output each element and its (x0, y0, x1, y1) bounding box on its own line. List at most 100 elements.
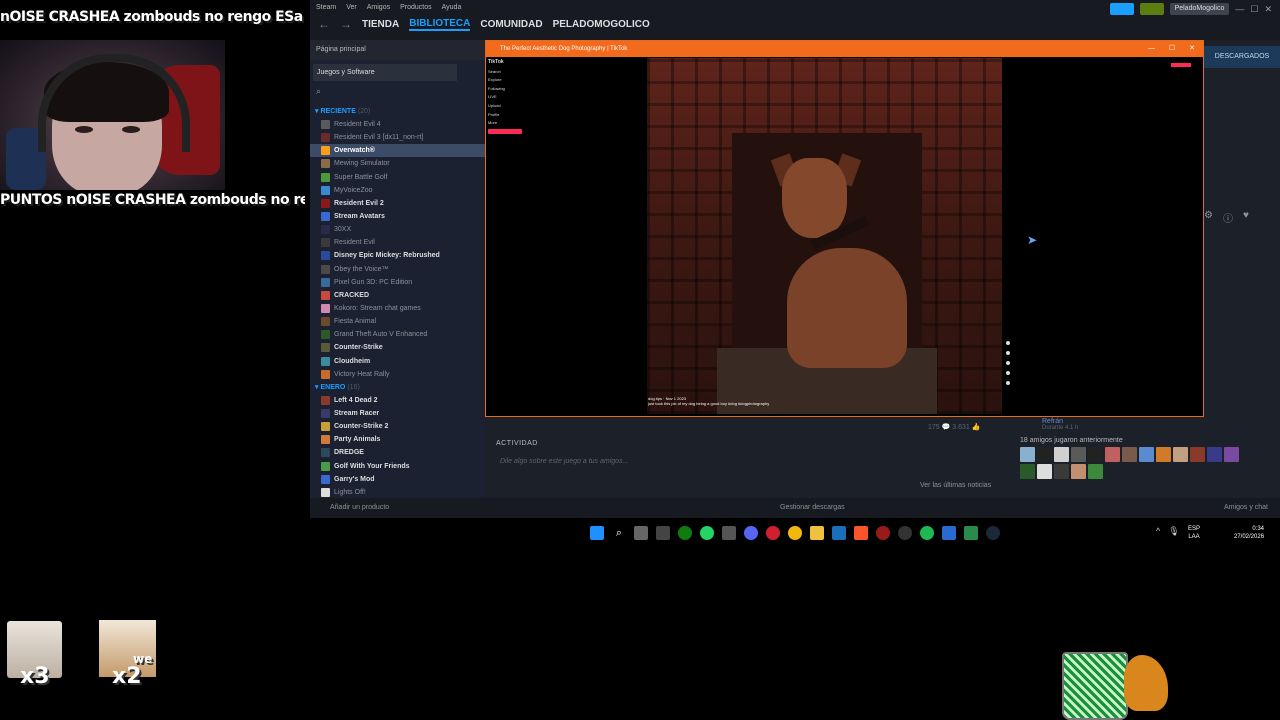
mic-icon[interactable]: 🎙 (1168, 526, 1179, 537)
discord-icon[interactable] (744, 526, 758, 540)
manage-downloads-button[interactable]: Gestionar descargas (780, 504, 845, 511)
game-list-item[interactable]: Victory Heat Rally (310, 368, 486, 381)
game-list-item[interactable]: DREDGE (310, 446, 486, 459)
library-filter-select[interactable]: Juegos y Software (313, 64, 457, 81)
game-list-item[interactable]: Obey the Voice™ (310, 263, 486, 276)
more-icon[interactable] (1006, 381, 1010, 385)
tiktok-nav-explore[interactable]: Explore (488, 77, 538, 82)
game-list-item[interactable]: Left 4 Dead 2 (310, 394, 486, 407)
bookmark-icon[interactable] (1006, 361, 1010, 365)
close-icon[interactable]: ✕ (1189, 41, 1195, 57)
friends-chat-button[interactable]: Amigos y chat (1224, 504, 1268, 511)
app-icon[interactable] (876, 526, 890, 540)
minimize-icon[interactable]: — (1235, 4, 1244, 14)
game-list-item[interactable]: Counter-Strike (310, 341, 486, 354)
brave-icon[interactable] (854, 526, 868, 540)
game-list-item[interactable]: Disney Epic Mickey: Rebrushed (310, 249, 486, 262)
friend-avatar[interactable] (1088, 447, 1103, 462)
game-list-item[interactable]: Stream Racer (310, 407, 486, 420)
info-icon[interactable]: ⓘ (1223, 210, 1233, 225)
friend-avatar[interactable] (1071, 464, 1086, 479)
friend-avatar[interactable] (1020, 447, 1035, 462)
folder-icon[interactable] (810, 526, 824, 540)
game-list-item[interactable]: Pixel Gun 3D: PC Edition (310, 276, 486, 289)
nav-library[interactable]: BIBLIOTECA (409, 18, 471, 31)
friend-avatar[interactable] (1037, 464, 1052, 479)
game-list-item[interactable]: MyVoiceZoo (310, 184, 486, 197)
tiktok-logo[interactable]: TikTok (488, 59, 538, 65)
menu-products[interactable]: Productos (400, 4, 432, 11)
friend-avatar[interactable] (1054, 447, 1069, 462)
game-list-item[interactable]: Golf With Your Friends (310, 460, 486, 473)
steam-icon[interactable] (986, 526, 1000, 540)
chrome-icon[interactable] (788, 526, 802, 540)
friend-avatar[interactable] (1224, 447, 1239, 462)
clock[interactable]: 0:34 27/02/2026 (1234, 525, 1264, 541)
game-list-item[interactable]: Counter-Strike 2 (310, 420, 486, 433)
game-list-item[interactable]: Grand Theft Auto V Enhanced (310, 328, 486, 341)
start-icon[interactable] (590, 526, 604, 540)
game-list-item[interactable]: Lights Off! (310, 486, 486, 499)
menu-view[interactable]: Ver (346, 4, 357, 11)
xbox-icon[interactable] (678, 526, 692, 540)
maximize-icon[interactable]: ☐ (1250, 4, 1258, 15)
search-icon[interactable]: ⌕ (316, 86, 321, 97)
favorite-icon[interactable]: ♥ (1243, 210, 1249, 225)
friend-avatar[interactable] (1173, 447, 1188, 462)
friend-avatar[interactable] (1139, 447, 1154, 462)
spotify-icon[interactable] (920, 526, 934, 540)
forward-arrow-icon[interactable]: → (340, 17, 352, 31)
search-icon[interactable]: ⌕ (612, 526, 626, 540)
tiktok-nav-following[interactable]: Following (488, 86, 538, 91)
friend-avatar[interactable] (1105, 447, 1120, 462)
game-list-item[interactable]: Overwatch® (310, 144, 486, 158)
game-list-item[interactable]: Resident Evil 4 (310, 118, 486, 131)
tray-chevron-icon[interactable]: ^ (1156, 526, 1160, 537)
game-list-item[interactable]: Super Battle Golf (310, 171, 486, 184)
tiktok-nav-live[interactable]: LIVE (488, 94, 538, 99)
tiktok-login-button[interactable] (488, 128, 522, 134)
notifications-button[interactable] (1139, 3, 1164, 15)
activity-input[interactable]: Dile algo sobre este juego a tus amigos.… (500, 458, 628, 465)
add-product-button[interactable]: Añadir un producto (330, 504, 389, 511)
library-section-header[interactable]: ▾ ENERO (16) (310, 381, 486, 394)
nav-community[interactable]: COMUNIDAD (480, 19, 542, 30)
nav-store[interactable]: TIENDA (362, 19, 399, 30)
like-icon[interactable] (1006, 341, 1010, 345)
game-list-item[interactable]: Garry's Mod (310, 473, 486, 486)
app-icon[interactable] (964, 526, 978, 540)
settings-icon[interactable]: ⚙ (1204, 210, 1213, 225)
minimize-icon[interactable]: — (1148, 41, 1155, 57)
task-view-icon[interactable] (634, 526, 648, 540)
friend-avatar[interactable] (1054, 464, 1069, 479)
friend-avatar[interactable] (1071, 447, 1086, 462)
maximize-icon[interactable]: ☐ (1169, 41, 1175, 57)
tiktok-nav-more[interactable]: More (488, 120, 538, 125)
friend-avatar[interactable] (1037, 447, 1052, 462)
back-arrow-icon[interactable]: ← (318, 17, 330, 31)
friend-avatar[interactable] (1122, 447, 1137, 462)
user-menu[interactable]: PeladoMogolico (1169, 3, 1230, 15)
downloads-button[interactable]: DESCARGADOS (1204, 46, 1280, 68)
menu-friends[interactable]: Amigos (367, 4, 390, 11)
game-list-item[interactable]: 30XX (310, 223, 486, 236)
news-link[interactable]: Ver las últimas noticias (920, 482, 991, 489)
game-list-item[interactable]: Mewing Simulator (310, 157, 486, 170)
friend-avatar[interactable] (1156, 447, 1171, 462)
dog-photo[interactable] (647, 58, 1002, 414)
game-list-item[interactable]: Kokoro: Stream chat games (310, 302, 486, 315)
game-list-item[interactable]: Party Animals (310, 433, 486, 446)
friend-name[interactable]: Refrán (1042, 418, 1278, 425)
friend-avatar[interactable] (1207, 447, 1222, 462)
tiktok-nav-search[interactable]: Search (488, 69, 538, 74)
game-list-item[interactable]: Stream Avatars (310, 210, 486, 223)
tiktok-signup-button[interactable] (1171, 63, 1191, 67)
share-icon[interactable] (1006, 371, 1010, 375)
game-list-item[interactable]: Resident Evil 2 (310, 197, 486, 210)
game-list-item[interactable]: Resident Evil (310, 236, 486, 249)
game-list-item[interactable]: Resident Evil 3 [dx11_non-rt] (310, 131, 486, 144)
library-section-header[interactable]: ▾ RECIENTE (20) (310, 105, 486, 118)
friend-avatar[interactable] (1088, 464, 1103, 479)
tiktok-nav-upload[interactable]: Upload (488, 103, 538, 108)
whatsapp-icon[interactable] (700, 526, 714, 540)
